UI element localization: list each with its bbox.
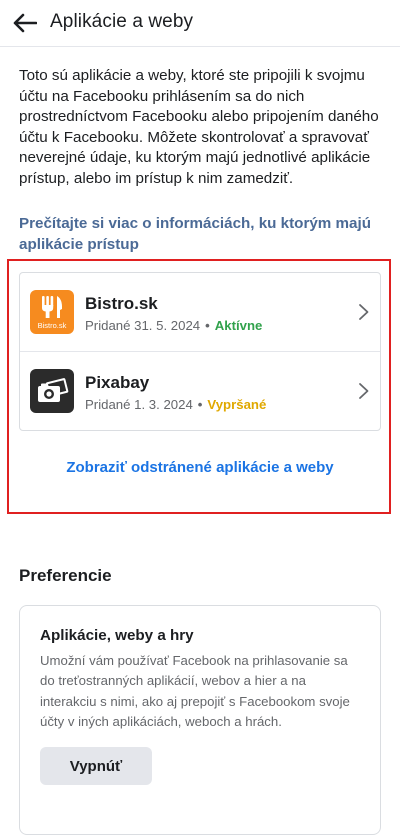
app-name: Pixabay <box>85 373 150 392</box>
preferences-card-description: Umožní vám používať Facebook na prihlaso… <box>40 653 350 729</box>
added-date: Pridané 1. 3. 2024 <box>85 397 193 412</box>
chevron-right-icon <box>359 383 369 399</box>
app-row-pixabay[interactable]: Pixabay Pridané 1. 3. 2024 • Vypršané <box>20 352 380 430</box>
arrow-left-icon <box>13 13 37 33</box>
show-removed-apps-link[interactable]: Zobraziť odstránené aplikácie a weby <box>0 459 400 476</box>
svg-text:Bistro.sk: Bistro.sk <box>38 321 67 330</box>
learn-more-link[interactable]: Prečítajte si viac o informáciách, ku kt… <box>19 214 379 255</box>
added-date: Pridané 31. 5. 2024 <box>85 318 201 333</box>
turn-off-button[interactable]: Vypnúť <box>40 747 152 785</box>
app-name: Bistro.sk <box>85 294 158 313</box>
chevron-right-icon <box>359 304 369 320</box>
page-title: Aplikácie a weby <box>50 11 194 32</box>
back-button[interactable] <box>10 9 40 37</box>
top-bar: Aplikácie a weby <box>0 0 400 47</box>
app-meta: Pridané 1. 3. 2024 • Vypršané <box>85 397 266 412</box>
pixabay-logo <box>30 369 74 413</box>
preferences-card: Aplikácie, weby a hry Umožní vám používa… <box>19 605 381 835</box>
preferences-card-title: Aplikácie, weby a hry <box>40 627 194 644</box>
app-meta: Pridané 31. 5. 2024 • Aktívne <box>85 318 262 333</box>
app-row-bistro[interactable]: Bistro.sk Bistro.sk Pridané 31. 5. 2024 •… <box>20 273 380 352</box>
intro-text: Toto sú aplikácie a weby, ktoré ste prip… <box>19 67 379 187</box>
bistro-logo: Bistro.sk <box>30 290 74 334</box>
status-badge: Vypršané <box>207 397 267 412</box>
separator-dot: • <box>197 397 203 412</box>
status-badge: Aktívne <box>214 318 263 333</box>
apps-list: Bistro.sk Bistro.sk Pridané 31. 5. 2024 •… <box>19 272 381 431</box>
preferences-heading: Preferencie <box>19 566 112 585</box>
separator-dot: • <box>205 318 210 333</box>
